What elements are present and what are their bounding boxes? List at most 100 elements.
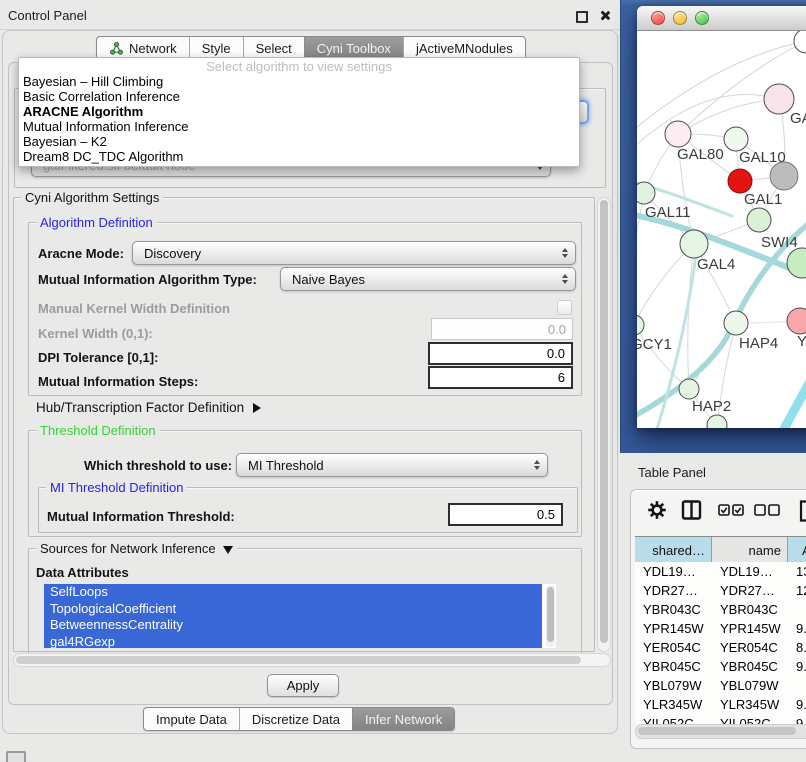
minimized-panel-icon[interactable] (6, 751, 26, 762)
network-node-gal80[interactable] (665, 121, 691, 147)
network-node[interactable] (794, 31, 806, 53)
tab-network[interactable]: Network (97, 37, 189, 59)
manual-kernel-checkbox[interactable] (557, 300, 572, 315)
table-panel-body: shared…nameA YDL19…YDL19…13YDR27…YDR27…1… (630, 489, 806, 749)
hub-definition-toggle[interactable]: Hub/Transcription Factor Definition (36, 400, 261, 415)
network-node-gal1[interactable] (728, 169, 752, 193)
control-panel: Control Panel NetworkStyleSelectCyni Too… (0, 0, 620, 762)
column-header-shared[interactable]: shared… (635, 537, 712, 563)
cell: YDL19… (712, 562, 788, 581)
mi-type-combobox[interactable]: Naive Bayes (280, 267, 576, 291)
cell (788, 676, 806, 695)
scrollbar-thumb[interactable] (16, 656, 581, 664)
attribute-item-topologicalcoefficient[interactable]: TopologicalCoefficient (44, 601, 542, 618)
network-node-gcy1[interactable] (637, 315, 644, 335)
algorithm-option-bayesian-hill-climbing[interactable]: Bayesian – Hill Climbing (19, 74, 579, 89)
close-traffic-light-icon[interactable] (651, 11, 665, 25)
network-node[interactable] (747, 208, 771, 232)
table-row[interactable]: YER054CYER054C8. (635, 638, 806, 657)
table-row[interactable]: YLR345WYLR345W9. (635, 695, 806, 714)
tab-infer-network[interactable]: Infer Network (352, 708, 454, 730)
settings-vertical-scrollbar[interactable] (597, 197, 611, 652)
cell: YBR045C (635, 657, 712, 676)
column-header-a[interactable]: A (788, 537, 806, 563)
zoom-traffic-light-icon[interactable] (695, 11, 709, 25)
table-header-row: shared…nameA (635, 536, 806, 564)
kernel-width-input[interactable]: 0.0 (431, 318, 573, 340)
table-row[interactable]: YBR043CYBR043C (635, 600, 806, 619)
minimize-traffic-light-icon[interactable] (673, 11, 687, 25)
algorithm-option-aracne-algorithm[interactable]: ARACNE Algorithm (19, 104, 579, 119)
tab-jactivemnodules[interactable]: jActiveMNodules (403, 37, 525, 59)
network-view[interactable]: GALGAL80GAL10GAL1GAL11GAL4SWI4GCY1HAP4YH… (637, 31, 806, 428)
settings-horizontal-scrollbar[interactable] (13, 653, 611, 667)
mi-threshold-legend: MI Threshold Definition (46, 480, 187, 495)
network-node-y[interactable] (787, 308, 806, 334)
algorithm-option-basic-correlation-inference[interactable]: Basic Correlation Inference (19, 89, 579, 104)
scrollbar-thumb[interactable] (638, 727, 796, 735)
dpi-tolerance-input[interactable]: 0.0 (428, 342, 573, 365)
tab-select[interactable]: Select (243, 37, 304, 59)
scrollbar-thumb[interactable] (547, 587, 554, 642)
gear-icon[interactable] (647, 500, 667, 525)
algorithm-popup-prompt: Select algorithm to view settings (19, 59, 579, 74)
dpi-tolerance-value: 0.0 (547, 346, 565, 361)
algorithm-option-bayesian-k2[interactable]: Bayesian – K2 (19, 134, 579, 149)
aracne-mode-combobox[interactable]: Discovery (132, 241, 576, 265)
network-node-hap4[interactable] (724, 311, 748, 335)
table-row[interactable]: YDR27…YDR27…12 (635, 581, 806, 600)
mi-type-value: Naive Bayes (292, 272, 365, 287)
stepper-arrows-icon (562, 274, 568, 284)
attribute-item-selfloops[interactable]: SelfLoops (44, 584, 542, 601)
tab-style[interactable]: Style (189, 37, 243, 59)
cell: YBL079W (635, 676, 712, 695)
tab-cyni-toolbox[interactable]: Cyni Toolbox (304, 37, 403, 59)
network-graph[interactable]: GALGAL80GAL10GAL1GAL11GAL4SWI4GCY1HAP4YH… (637, 31, 806, 428)
algorithm-option-dream8-dc-tdc-algorithm[interactable]: Dream8 DC_TDC Algorithm (19, 149, 579, 164)
table-row[interactable]: YPR145WYPR145W9. (635, 619, 806, 638)
checked-pair-icon[interactable] (718, 504, 744, 522)
list-scrollbar[interactable] (546, 585, 555, 647)
column-header-name[interactable]: name (712, 537, 788, 563)
network-edge[interactable] (770, 357, 806, 428)
mi-steps-input[interactable]: 6 (428, 366, 573, 389)
cell: 9. (788, 657, 806, 676)
network-node-gal10[interactable] (724, 127, 748, 151)
network-node[interactable] (770, 162, 798, 190)
network-edge[interactable] (678, 99, 779, 134)
data-attributes-list[interactable]: SelfLoopsTopologicalCoefficientBetweenne… (44, 584, 556, 648)
mi-threshold-input[interactable]: 0.5 (448, 503, 563, 526)
tab-discretize-data[interactable]: Discretize Data (239, 708, 352, 730)
which-threshold-combobox[interactable]: MI Threshold (236, 453, 548, 477)
network-edge[interactable] (637, 95, 779, 149)
cell: YIL052C (712, 714, 788, 724)
cell: 9. (788, 619, 806, 638)
unchecked-pair-icon[interactable] (754, 504, 780, 522)
cell: YBR045C (712, 657, 788, 676)
network-node-gal11[interactable] (637, 182, 655, 204)
tab-impute-data[interactable]: Impute Data (144, 708, 239, 730)
scrollbar-thumb[interactable] (600, 200, 608, 643)
control-panel-title: Control Panel (8, 8, 87, 23)
network-window-titlebar[interactable] (637, 6, 806, 31)
close-icon[interactable] (599, 10, 610, 21)
attribute-item-betweennesscentrality[interactable]: BetweennessCentrality (44, 617, 542, 634)
table-row[interactable]: YBR045CYBR045C9. (635, 657, 806, 676)
network-node-swi4[interactable] (787, 248, 806, 278)
aracne-mode-label: Aracne Mode: (38, 246, 124, 261)
network-node-gal4[interactable] (680, 230, 708, 258)
sources-legend[interactable]: Sources for Network Inference (36, 541, 237, 556)
algorithm-popup-list: Bayesian – Hill ClimbingBasic Correlatio… (19, 74, 579, 164)
table-horizontal-scrollbar[interactable] (635, 724, 806, 739)
network-window: GALGAL80GAL10GAL1GAL11GAL4SWI4GCY1HAP4YH… (637, 6, 806, 428)
table-row[interactable]: YDL19…YDL19…13 (635, 562, 806, 581)
apply-button[interactable]: Apply (267, 674, 339, 697)
float-window-icon[interactable] (576, 11, 588, 23)
document-icon[interactable] (799, 500, 806, 527)
table-row[interactable]: YIL052CYIL052C9. (635, 714, 806, 724)
attribute-item-gal4rgexp[interactable]: gal4RGexp (44, 634, 542, 649)
columns-icon[interactable] (681, 500, 703, 525)
algorithm-option-mutual-information-inference[interactable]: Mutual Information Inference (19, 119, 579, 134)
network-node-hap2[interactable] (679, 379, 699, 399)
table-row[interactable]: YBL079WYBL079W (635, 676, 806, 695)
